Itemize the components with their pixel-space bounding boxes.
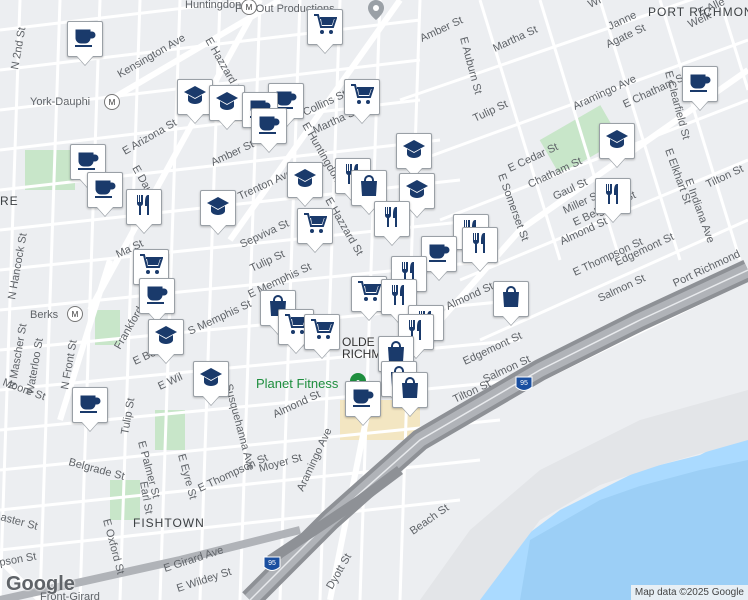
- school-pin[interactable]: [193, 361, 229, 397]
- coffee-icon: [688, 70, 712, 99]
- shopping-bag-icon: [357, 174, 381, 203]
- shopping-bag-pin[interactable]: [392, 372, 428, 408]
- school-icon: [206, 194, 230, 223]
- shopping-cart-icon: [303, 212, 328, 241]
- school-icon: [293, 166, 317, 195]
- restaurant-pin[interactable]: [595, 178, 631, 214]
- shopping-cart-icon: [310, 318, 335, 347]
- coffee-icon: [78, 391, 102, 420]
- highway-shield: 95: [263, 556, 281, 571]
- restaurant-icon: [132, 193, 156, 222]
- school-icon: [215, 89, 239, 118]
- shopping-bag-pin[interactable]: [493, 281, 529, 317]
- coffee-icon: [145, 282, 169, 311]
- restaurant-pin[interactable]: [126, 189, 162, 225]
- label-huntingdon: Huntingdon: [185, 0, 241, 11]
- google-logo: Google: [6, 573, 75, 595]
- label-planet-fitness: Planet Fitness: [256, 376, 339, 391]
- coffee-icon: [73, 25, 97, 54]
- metro-station-icon[interactable]: M: [67, 306, 83, 322]
- shopping-cart-icon: [357, 280, 382, 309]
- school-icon: [154, 323, 178, 352]
- school-pin[interactable]: [396, 133, 432, 169]
- label-fishtown: FISHTOWN: [133, 516, 205, 530]
- school-pin[interactable]: [200, 190, 236, 226]
- label-berks: Berks: [30, 309, 59, 321]
- coffee-pin[interactable]: [682, 66, 718, 102]
- school-pin[interactable]: [599, 123, 635, 159]
- svg-text:95: 95: [520, 380, 528, 387]
- coffee-icon: [93, 176, 117, 205]
- restaurant-icon: [601, 182, 625, 211]
- map-attribution[interactable]: Map data ©2025 Google: [630, 585, 748, 600]
- school-pin[interactable]: [209, 85, 245, 121]
- shopping-bag-icon: [398, 376, 422, 405]
- school-pin[interactable]: [148, 319, 184, 355]
- school-icon: [605, 127, 629, 156]
- restaurant-pin[interactable]: [374, 201, 410, 237]
- coffee-pin[interactable]: [139, 278, 175, 314]
- coffee-icon: [257, 112, 281, 141]
- highway-shield: 95: [515, 376, 533, 391]
- location-marker-icon[interactable]: [368, 0, 384, 20]
- shopping-bag-icon: [499, 285, 523, 314]
- coffee-icon: [427, 240, 451, 269]
- restaurant-icon: [380, 205, 404, 234]
- shopping-cart-pin[interactable]: [297, 208, 333, 244]
- restaurant-icon: [468, 231, 492, 260]
- shopping-cart-pin[interactable]: [307, 9, 343, 45]
- school-pin[interactable]: [177, 79, 213, 115]
- svg-text:95: 95: [268, 560, 276, 567]
- coffee-pin[interactable]: [87, 172, 123, 208]
- coffee-pin[interactable]: [251, 108, 287, 144]
- school-icon: [199, 365, 223, 394]
- restaurant-pin[interactable]: [462, 227, 498, 263]
- shopping-cart-pin[interactable]: [344, 79, 380, 115]
- shopping-cart-icon: [313, 13, 338, 42]
- label-york-dauphin: York-Dauphi: [30, 96, 90, 108]
- metro-station-icon[interactable]: M: [104, 94, 120, 110]
- school-icon: [402, 137, 426, 166]
- label-re: RE: [0, 194, 19, 208]
- shopping-cart-pin[interactable]: [304, 314, 340, 350]
- coffee-pin[interactable]: [72, 387, 108, 423]
- school-pin[interactable]: [287, 162, 323, 198]
- coffee-pin[interactable]: [345, 381, 381, 417]
- school-icon: [183, 83, 207, 112]
- shopping-cart-icon: [350, 83, 375, 112]
- coffee-pin[interactable]: [67, 21, 103, 57]
- coffee-icon: [351, 385, 375, 414]
